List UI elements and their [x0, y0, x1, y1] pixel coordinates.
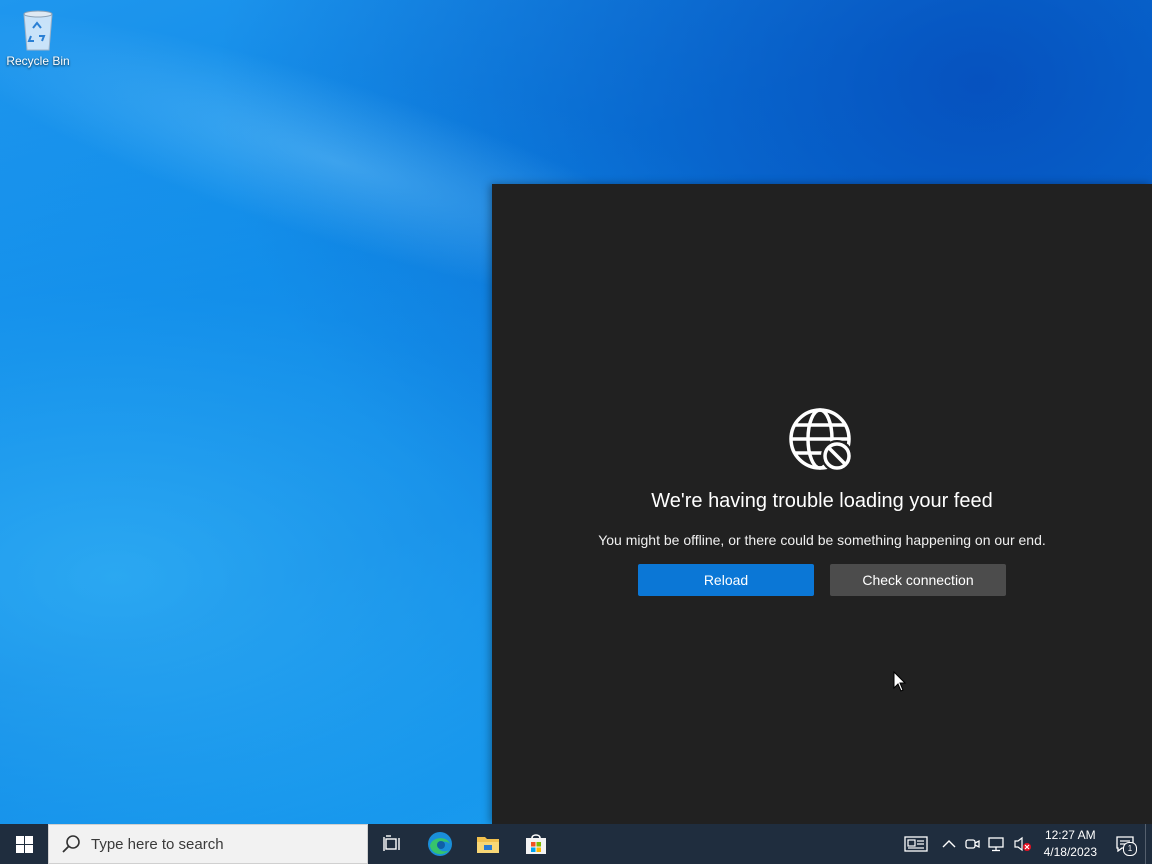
task-view-icon	[383, 835, 400, 851]
taskbar: 12:27 AM 4/18/2023 1	[0, 824, 1152, 864]
chevron-up-icon	[942, 840, 956, 848]
recycle-bin-icon	[23, 10, 53, 51]
globe-blocked-icon	[789, 408, 853, 472]
check-connection-button[interactable]: Check connection	[830, 564, 1006, 596]
news-widget-button[interactable]	[894, 824, 938, 864]
recycle-bin-label: Recycle Bin	[6, 54, 70, 68]
clock-date: 4/18/2023	[1043, 845, 1097, 859]
mouse-pointer-icon	[893, 671, 907, 692]
news-feed-panel: We're having trouble loading your feed Y…	[492, 184, 1152, 824]
meet-now-button[interactable]	[960, 824, 984, 864]
network-button[interactable]	[984, 824, 1010, 864]
file-explorer-taskbar-button[interactable]	[464, 824, 512, 864]
clock-time: 12:27 AM	[1044, 828, 1096, 842]
feed-error-title: We're having trouble loading your feed	[651, 490, 993, 512]
feed-error-message: You might be offline, or there could be …	[598, 532, 1046, 548]
show-hidden-icons-button[interactable]	[938, 824, 960, 864]
taskbar-search-box[interactable]	[48, 824, 368, 864]
meet-now-icon	[964, 839, 980, 849]
notification-count-badge: 1	[1123, 842, 1137, 856]
task-view-button[interactable]	[368, 824, 416, 864]
volume-muted-icon	[1014, 836, 1031, 852]
start-button[interactable]	[0, 824, 48, 864]
action-center-button[interactable]: 1	[1105, 824, 1145, 864]
edge-taskbar-button[interactable]	[416, 824, 464, 864]
taskbar-clock[interactable]: 12:27 AM 4/18/2023	[1036, 827, 1105, 861]
news-widget-icon	[903, 836, 928, 852]
network-icon	[987, 837, 1004, 852]
file-explorer-icon	[477, 837, 499, 853]
search-icon	[62, 835, 80, 853]
store-icon	[526, 834, 546, 854]
show-desktop-button[interactable]	[1145, 824, 1152, 864]
recycle-bin-shortcut[interactable]: Recycle Bin	[4, 6, 72, 68]
reload-button[interactable]: Reload	[638, 564, 814, 596]
feed-error-actions: Reload Check connection	[492, 564, 1152, 596]
edge-icon	[428, 832, 452, 856]
store-taskbar-button[interactable]	[512, 824, 560, 864]
volume-button[interactable]	[1010, 824, 1036, 864]
feed-error-state: We're having trouble loading your feed Y…	[492, 408, 1152, 596]
search-input[interactable]	[89, 834, 353, 854]
windows-logo-icon	[15, 835, 33, 853]
system-tray: 12:27 AM 4/18/2023 1	[894, 824, 1152, 864]
